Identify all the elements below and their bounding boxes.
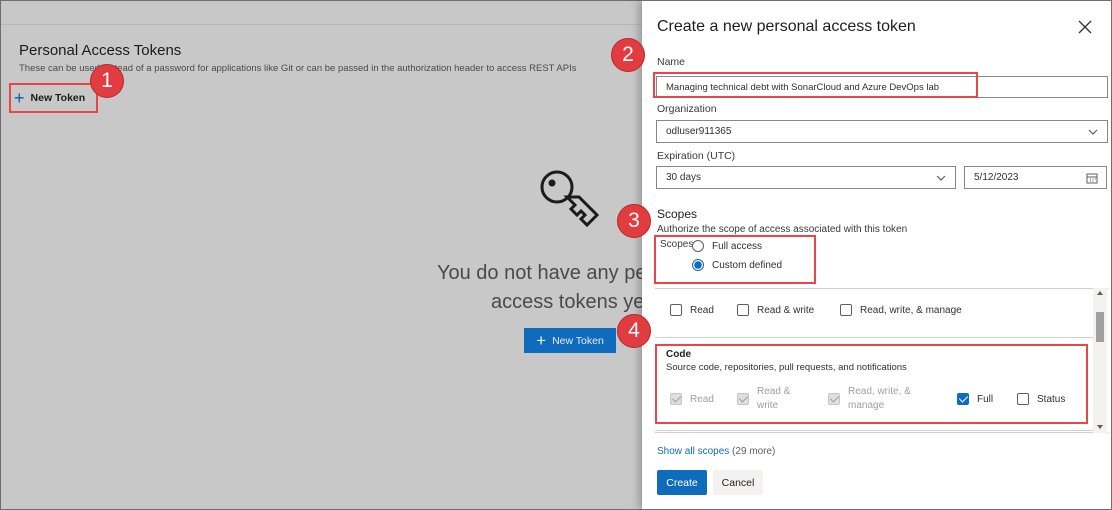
code-title: Code (666, 349, 691, 360)
top-strip (1, 1, 642, 25)
scopes-description: Authorize the scope of access associated… (657, 224, 908, 235)
checkbox-icon (1017, 393, 1029, 405)
name-label: Name (657, 56, 686, 68)
plus-icon: + (14, 88, 25, 108)
checkbox-disabled-icon (828, 393, 840, 405)
full-access-label: Full access (712, 240, 763, 252)
name-highlight (653, 72, 978, 98)
step-badge-2: 2 (611, 38, 645, 72)
expiration-date-picker[interactable]: 5/12/2023 (964, 166, 1107, 189)
page-background-overlay: Personal Access Tokens These can be used… (0, 0, 642, 510)
show-all-label: Show all scopes (657, 446, 730, 457)
organization-select[interactable]: odluser911365 (656, 120, 1108, 143)
custom-defined-label: Custom defined (712, 259, 783, 271)
calendar-icon (1086, 173, 1098, 184)
code-rw-label-1: Read & (757, 386, 791, 397)
page-title: Personal Access Tokens (19, 42, 182, 59)
scrollbar-thumb[interactable] (1096, 312, 1104, 342)
key-icon (540, 170, 600, 228)
code-full-checkbox[interactable]: Full (957, 393, 993, 405)
chevron-down-icon (1088, 129, 1098, 135)
code-rwm-label-2: manage (848, 400, 885, 411)
checkbox-icon (737, 304, 749, 316)
radio-icon (692, 240, 704, 252)
scopes-list[interactable]: Read Read & write Read, write, & manage … (655, 288, 1108, 433)
expiration-value: 30 days (666, 172, 702, 183)
empty-new-token-button[interactable]: + New Token (524, 328, 616, 353)
code-description: Source code, repositories, pull requests… (666, 362, 907, 373)
expiration-date: 5/12/2023 (974, 172, 1019, 183)
read-write-label: Read & write (757, 304, 815, 316)
radio-selected-icon (692, 259, 704, 271)
full-access-radio[interactable]: Full access (692, 240, 762, 252)
code-status-label: Status (1037, 393, 1066, 405)
scope-rwm-checkbox[interactable]: Read, write, & manage (840, 304, 962, 316)
new-token-button[interactable]: + New Token (9, 83, 98, 113)
code-full-label: Full (977, 393, 994, 405)
chevron-down-icon (936, 175, 946, 181)
scopes-heading: Scopes (657, 207, 698, 221)
code-status-checkbox[interactable]: Status (1017, 393, 1065, 405)
organization-label: Organization (657, 103, 717, 115)
show-all-scopes-link[interactable]: Show all scopes (29 more) (657, 446, 775, 457)
read-label: Read (690, 304, 714, 316)
code-rw-label-2: write (757, 400, 779, 411)
custom-defined-radio[interactable]: Custom defined (692, 259, 782, 271)
new-token-label: New Token (30, 92, 86, 104)
scroll-down-icon[interactable] (1096, 424, 1104, 430)
create-token-panel: Create a new personal access token Name … (611, 0, 1112, 510)
expiration-select[interactable]: 30 days (656, 166, 956, 189)
scopes-scrollbar[interactable] (1093, 288, 1107, 433)
empty-new-token-label: New Token (552, 334, 604, 347)
panel-title: Create a new personal access token (657, 18, 916, 35)
checkbox-disabled-icon (737, 393, 749, 405)
code-read-checkbox[interactable]: Read (670, 393, 714, 405)
divider (655, 430, 1095, 431)
organization-value: odluser911365 (666, 126, 732, 137)
code-rwm-checkbox[interactable]: Read, write, & manage (828, 385, 911, 413)
empty-line-1: You do not have any pe (437, 262, 642, 284)
code-read-label: Read (690, 393, 714, 405)
step-badge-4: 4 (617, 314, 651, 348)
divider (655, 337, 1095, 338)
rwm-label: Read, write, & manage (860, 304, 962, 316)
scroll-up-icon[interactable] (1096, 290, 1104, 296)
expiration-label: Expiration (UTC) (657, 150, 736, 162)
empty-state-message: You do not have any pe access tokens yet (437, 259, 642, 317)
code-rwm-label-1: Read, write, & (848, 386, 911, 397)
checkbox-disabled-icon (670, 393, 682, 405)
empty-line-2: access tokens yet (491, 291, 642, 313)
plus-icon: + (536, 331, 547, 350)
step-badge-1: 1 (90, 64, 124, 98)
scope-read-checkbox[interactable]: Read (670, 304, 714, 316)
cancel-button[interactable]: Cancel (713, 470, 763, 495)
checkbox-icon (670, 304, 682, 316)
code-read-write-checkbox[interactable]: Read & write (737, 385, 790, 413)
scopes-radio-label: Scopes (660, 239, 694, 250)
close-icon[interactable] (1075, 17, 1095, 37)
create-button[interactable]: Create (657, 470, 707, 495)
step-badge-3: 3 (617, 204, 651, 238)
checkbox-checked-icon (957, 393, 969, 405)
checkbox-icon (840, 304, 852, 316)
show-all-count: (29 more) (732, 446, 776, 457)
scope-read-write-checkbox[interactable]: Read & write (737, 304, 814, 316)
